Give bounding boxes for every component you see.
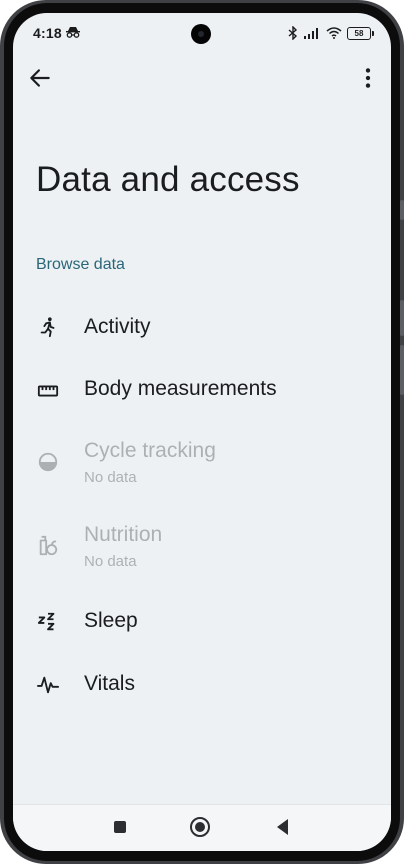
category-label: Nutrition (84, 523, 163, 546)
vitals-pulse-icon (37, 676, 59, 694)
category-label: Cycle tracking (84, 439, 216, 462)
category-cycle-tracking[interactable]: Cycle tracking No data (13, 427, 391, 493)
home-circle-icon[interactable] (188, 815, 212, 839)
bluetooth-icon (288, 26, 298, 40)
section-header-browse-data: Browse data (36, 256, 125, 273)
category-vitals[interactable]: Vitals (13, 658, 391, 714)
category-subtitle: No data (84, 469, 137, 486)
category-label: Body measurements (84, 377, 277, 400)
power-button (400, 345, 404, 395)
category-activity[interactable]: Activity (13, 301, 391, 357)
straighten-ruler-icon (37, 385, 59, 397)
recents-square-icon[interactable] (108, 815, 132, 839)
category-body-measurements[interactable]: Body measurements (13, 363, 391, 419)
status-time: 4:18 (33, 25, 62, 41)
page-title: Data and access (36, 160, 300, 199)
incognito-icon (66, 27, 80, 38)
system-nav-bar (13, 804, 391, 851)
nutrition-icon (39, 535, 58, 556)
sleep-zzz-icon (37, 612, 55, 631)
status-bar: 4:18 58 (13, 13, 391, 53)
category-label: Sleep (84, 609, 138, 632)
front-camera (191, 24, 211, 44)
directions-run-icon (40, 317, 55, 338)
back-triangle-icon[interactable] (271, 815, 295, 839)
side-button-top (400, 200, 404, 220)
category-label: Activity (84, 315, 151, 338)
category-label: Vitals (84, 672, 135, 695)
category-sleep[interactable]: Sleep (13, 595, 391, 651)
arrow-back-icon[interactable] (27, 65, 53, 91)
category-subtitle: No data (84, 553, 137, 570)
status-icons: 58 (288, 25, 374, 41)
battery-icon: 58 (347, 26, 374, 40)
wifi-icon (326, 27, 342, 39)
volume-button (400, 300, 404, 336)
category-nutrition[interactable]: Nutrition No data (13, 511, 391, 577)
more-vert-icon[interactable] (355, 65, 381, 91)
cycle-tracking-icon (38, 452, 58, 472)
screen: 4:18 58 Data and access Browse data Acti… (13, 13, 391, 851)
signal-icon (304, 28, 318, 39)
